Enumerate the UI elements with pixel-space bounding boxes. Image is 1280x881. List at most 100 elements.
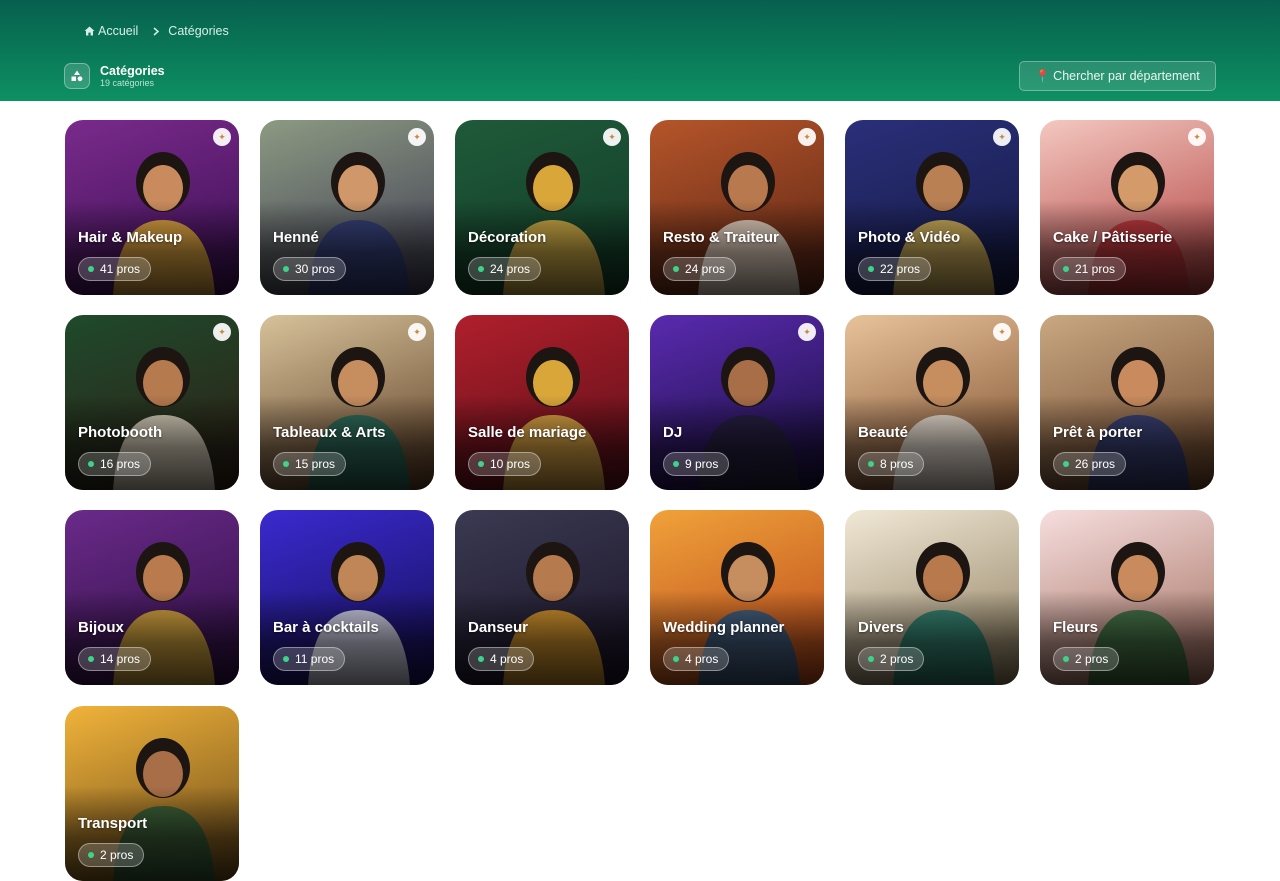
page-title: Catégories: [100, 63, 165, 78]
category-name: Bijoux: [78, 619, 124, 636]
pros-count: 10 pros: [490, 457, 531, 471]
breadcrumb-home-label: Accueil: [98, 24, 139, 38]
category-card[interactable]: ✦ Décoration 24 pros: [455, 120, 629, 295]
pros-count-badge: 26 pros: [1053, 452, 1127, 476]
category-card[interactable]: ✦ Photobooth 16 pros: [65, 315, 239, 490]
pros-count: 16 pros: [100, 457, 141, 471]
category-card[interactable]: ✦ Resto & Traiteur 24 pros: [650, 120, 824, 295]
category-name: Prêt à porter: [1053, 424, 1143, 441]
pros-count-badge: 30 pros: [273, 257, 347, 281]
category-name: Bar à cocktails: [273, 619, 379, 636]
category-name: Cake / Pâtisserie: [1053, 229, 1173, 246]
pros-count-badge: 24 pros: [663, 257, 737, 281]
breadcrumb-home-link[interactable]: Accueil: [84, 24, 138, 38]
category-name: Beauté: [858, 424, 909, 441]
pros-count-badge: 4 pros: [468, 647, 535, 671]
home-icon: [84, 26, 95, 36]
category-card[interactable]: ✦ DJ 9 pros: [650, 315, 824, 490]
sparkle-icon: ✦: [408, 128, 426, 146]
category-card[interactable]: Transport 2 pros: [65, 706, 239, 881]
pros-count-badge: 9 pros: [663, 452, 730, 476]
category-card[interactable]: Danseur 4 pros: [455, 510, 629, 685]
page-header: Accueil Catégories Catégories 19 catégor…: [0, 0, 1280, 101]
category-card[interactable]: Divers 2 pros: [845, 510, 1019, 685]
page-subtitle: 19 catégories: [100, 77, 155, 88]
pros-count: 26 pros: [1075, 457, 1116, 471]
pros-count: 21 pros: [1075, 262, 1116, 276]
online-dot-icon: [283, 656, 289, 662]
category-name: Salle de mariage: [468, 424, 587, 441]
pros-count: 22 pros: [880, 262, 921, 276]
category-name: Hair & Makeup: [78, 229, 183, 246]
online-dot-icon: [1063, 656, 1069, 662]
category-name: Wedding planner: [663, 619, 785, 636]
categories-icon: [64, 63, 90, 89]
pros-count-badge: 10 pros: [468, 452, 542, 476]
category-card[interactable]: Salle de mariage 10 pros: [455, 315, 629, 490]
pros-count: 4 pros: [685, 652, 719, 666]
pros-count: 2 pros: [1075, 652, 1109, 666]
online-dot-icon: [478, 461, 484, 467]
category-card[interactable]: ✦ Tableaux & Arts 15 pros: [260, 315, 434, 490]
pros-count-badge: 41 pros: [78, 257, 152, 281]
sparkle-icon: ✦: [993, 128, 1011, 146]
pros-count-badge: 14 pros: [78, 647, 152, 671]
pros-count-badge: 4 pros: [663, 647, 730, 671]
sparkle-icon: ✦: [993, 323, 1011, 341]
sparkle-icon: ✦: [603, 128, 621, 146]
online-dot-icon: [283, 266, 289, 272]
online-dot-icon: [478, 656, 484, 662]
pros-count-badge: 2 pros: [858, 647, 925, 671]
online-dot-icon: [478, 266, 484, 272]
pros-count-badge: 8 pros: [858, 452, 925, 476]
category-name: Photobooth: [78, 424, 163, 441]
category-card[interactable]: ✦ Photo & Vidéo 22 pros: [845, 120, 1019, 295]
pros-count: 24 pros: [685, 262, 726, 276]
category-name: Transport: [78, 815, 148, 832]
search-by-department-label: Chercher par département: [1053, 69, 1200, 83]
online-dot-icon: [673, 461, 679, 467]
category-name: Henné: [273, 229, 319, 246]
pros-count-badge: 21 pros: [1053, 257, 1127, 281]
pros-count-badge: 22 pros: [858, 257, 932, 281]
category-card[interactable]: Prêt à porter 26 pros: [1040, 315, 1214, 490]
category-card[interactable]: ✦ Cake / Pâtisserie 21 pros: [1040, 120, 1214, 295]
category-card[interactable]: Bijoux 14 pros: [65, 510, 239, 685]
chevron-right-icon: [153, 26, 160, 36]
pros-count: 30 pros: [295, 262, 336, 276]
category-name: Tableaux & Arts: [273, 424, 386, 441]
pros-count: 2 pros: [880, 652, 914, 666]
sparkle-icon: ✦: [213, 323, 231, 341]
category-name: Décoration: [468, 229, 547, 246]
pros-count: 2 pros: [100, 848, 134, 862]
pros-count-badge: 2 pros: [78, 843, 145, 867]
sparkle-icon: ✦: [1188, 128, 1206, 146]
category-name: DJ: [663, 424, 683, 441]
online-dot-icon: [868, 266, 874, 272]
online-dot-icon: [868, 461, 874, 467]
online-dot-icon: [283, 461, 289, 467]
page-title-block: Catégories 19 catégories: [64, 63, 165, 89]
category-card[interactable]: ✦ Beauté 8 pros: [845, 315, 1019, 490]
category-card[interactable]: Bar à cocktails 11 pros: [260, 510, 434, 685]
pros-count: 14 pros: [100, 652, 141, 666]
online-dot-icon: [1063, 461, 1069, 467]
category-name: Resto & Traiteur: [663, 229, 779, 246]
pros-count: 15 pros: [295, 457, 336, 471]
pros-count-badge: 16 pros: [78, 452, 152, 476]
category-card[interactable]: Wedding planner 4 pros: [650, 510, 824, 685]
online-dot-icon: [673, 266, 679, 272]
sparkle-icon: ✦: [213, 128, 231, 146]
pros-count: 41 pros: [100, 262, 141, 276]
category-card[interactable]: Fleurs 2 pros: [1040, 510, 1214, 685]
breadcrumb: Accueil Catégories: [84, 23, 229, 39]
category-card[interactable]: ✦ Hair & Makeup 41 pros: [65, 120, 239, 295]
pros-count-badge: 15 pros: [273, 452, 347, 476]
online-dot-icon: [88, 266, 94, 272]
category-name: Danseur: [468, 619, 529, 636]
search-by-department-button[interactable]: 📍 Chercher par département: [1019, 61, 1216, 91]
online-dot-icon: [868, 656, 874, 662]
online-dot-icon: [673, 656, 679, 662]
category-card[interactable]: ✦ Henné 30 pros: [260, 120, 434, 295]
online-dot-icon: [88, 461, 94, 467]
